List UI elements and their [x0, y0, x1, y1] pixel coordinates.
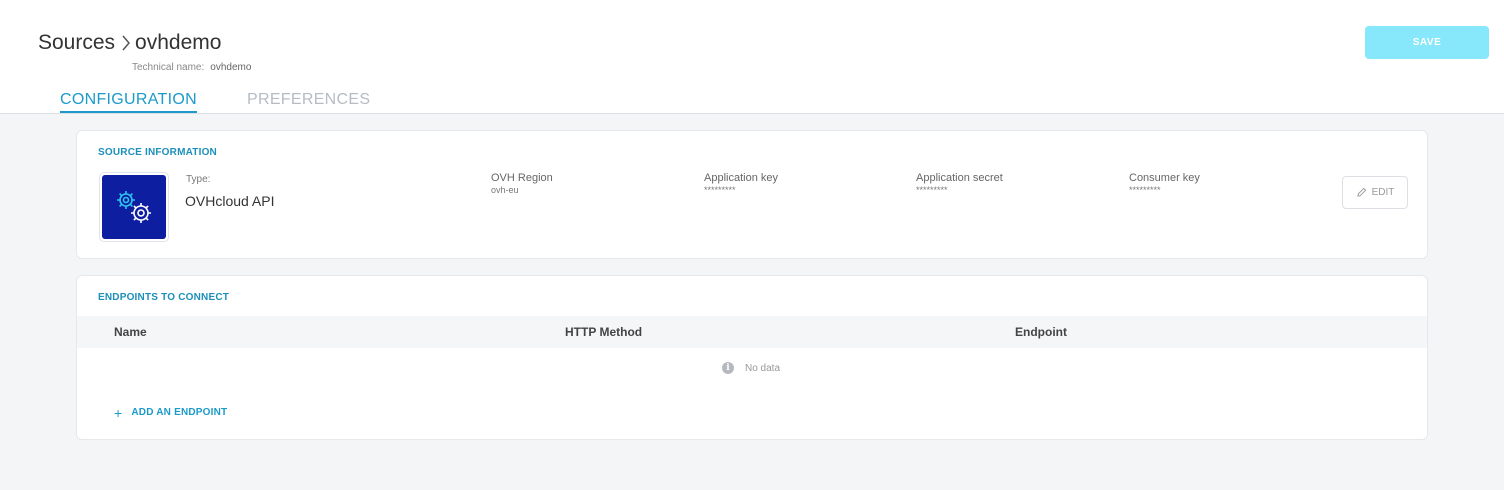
table-header: Name HTTP Method Endpoint	[77, 316, 1427, 348]
field-value: ovh-eu	[491, 185, 519, 195]
field-label: OVH Region	[491, 172, 553, 184]
column-header-name[interactable]: Name	[114, 325, 147, 339]
endpoints-title: ENDPOINTS TO CONNECT	[98, 292, 230, 303]
add-endpoint-button[interactable]: + ADD AN ENDPOINT	[114, 404, 228, 421]
page-header: Sources ovhdemo Technical name: ovhdemo S…	[0, 0, 1504, 114]
pencil-icon	[1356, 187, 1366, 197]
technical-name-label: Technical name:	[132, 62, 205, 73]
source-logo	[99, 172, 169, 242]
breadcrumb-parent[interactable]: Sources	[38, 31, 115, 55]
column-header-endpoint[interactable]: Endpoint	[1015, 325, 1067, 339]
source-information-title: SOURCE INFORMATION	[98, 147, 217, 158]
breadcrumb: Sources ovhdemo	[38, 31, 221, 55]
field-label: Consumer key	[1129, 172, 1200, 184]
field-consumer-key: Consumer key *********	[1129, 172, 1200, 195]
field-value: *********	[704, 185, 736, 195]
chevron-right-icon	[121, 34, 131, 52]
type-label: Type:	[186, 174, 211, 185]
gears-icon	[117, 191, 151, 223]
tab-preferences[interactable]: PREFERENCES	[247, 91, 370, 109]
empty-text: No data	[745, 362, 781, 374]
field-application-key: Application key *********	[704, 172, 778, 195]
field-value: *********	[916, 185, 948, 195]
add-endpoint-label: ADD AN ENDPOINT	[131, 407, 228, 418]
edit-label: EDIT	[1371, 187, 1395, 198]
field-application-secret: Application secret *********	[916, 172, 1003, 195]
type-value: OVHcloud API	[185, 193, 275, 209]
info-icon: i	[722, 362, 734, 374]
field-label: Application key	[704, 172, 778, 184]
technical-name: Technical name: ovhdemo	[132, 62, 251, 73]
plus-icon: +	[114, 404, 123, 421]
column-header-http-method[interactable]: HTTP Method	[565, 325, 642, 339]
field-value: *********	[1129, 185, 1161, 195]
empty-state: i No data	[722, 362, 780, 374]
endpoints-card: ENDPOINTS TO CONNECT Name HTTP Method En…	[76, 275, 1428, 440]
technical-name-value: ovhdemo	[210, 62, 252, 73]
tab-configuration[interactable]: CONFIGURATION	[60, 91, 197, 113]
source-information-card: SOURCE INFORMATION Type: OVHcloud API OV…	[76, 130, 1428, 259]
breadcrumb-current: ovhdemo	[135, 31, 222, 54]
save-button[interactable]: SAVE	[1365, 26, 1489, 59]
field-ovh-region: OVH Region ovh-eu	[491, 172, 553, 195]
edit-button[interactable]: EDIT	[1342, 176, 1408, 209]
field-label: Application secret	[916, 172, 1003, 184]
